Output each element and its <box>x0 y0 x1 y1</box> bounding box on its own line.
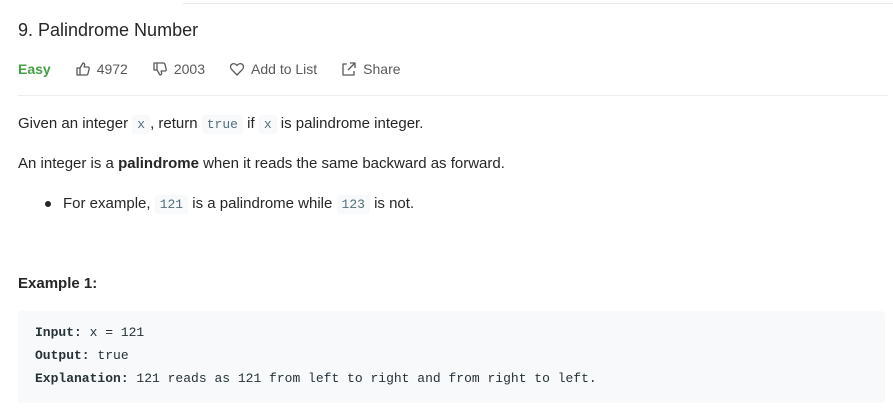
thumbs-up-icon <box>76 62 90 76</box>
inline-code: 123 <box>336 195 370 214</box>
text: is palindrome integer. <box>276 115 424 132</box>
divider <box>18 95 888 96</box>
bold-term: palindrome <box>118 155 199 172</box>
list-item-text: For example, 121 is a palindrome while 1… <box>63 195 415 214</box>
difficulty-badge: Easy <box>18 61 51 77</box>
text: , return <box>150 115 202 132</box>
text: when it reads the same backward as forwa… <box>198 155 505 172</box>
inline-code: x <box>258 115 277 134</box>
dislike-count: 2003 <box>173 61 206 77</box>
inline-code: true <box>201 115 243 134</box>
like-count: 4972 <box>96 61 128 77</box>
explanation-value: 121 reads as 121 from left to right and … <box>128 371 597 386</box>
text: is a palindrome while <box>188 195 337 212</box>
output-value: true <box>89 348 129 363</box>
example-title: Example 1: <box>18 275 98 292</box>
inline-code: 121 <box>154 195 189 214</box>
explanation-label: Explanation: <box>35 371 129 386</box>
example-input-line: Input: x = 121 <box>35 325 144 340</box>
problem-meta-bar: Easy 4972 2003 Add to List Share <box>18 59 425 79</box>
dislike-button[interactable]: 2003 <box>152 61 205 77</box>
thumbs-down-icon <box>153 62 167 76</box>
input-value: x = 121 <box>81 325 145 340</box>
text: if <box>242 115 259 132</box>
text: Given an integer <box>18 115 133 132</box>
add-to-list-label: Add to List <box>251 61 318 77</box>
bullet-icon <box>45 200 51 207</box>
share-icon <box>342 62 356 76</box>
heart-icon <box>229 63 245 76</box>
text: is not. <box>369 195 415 212</box>
problem-title: 9. Palindrome Number <box>18 20 199 40</box>
top-border <box>183 0 893 4</box>
description-paragraph-1: Given an integer x, return true if x is … <box>18 115 424 134</box>
share-button[interactable]: Share <box>341 61 401 77</box>
description-paragraph-2: An integer is a palindrome when it reads… <box>18 155 505 172</box>
example-output-line: Output: true <box>35 348 129 363</box>
share-label: Share <box>363 61 401 77</box>
add-to-list-button[interactable]: Add to List <box>229 61 317 77</box>
example-code-block: Input: x = 121 Output: true Explanation:… <box>18 311 885 403</box>
text: An integer is a <box>18 155 119 172</box>
example-explanation-line: Explanation: 121 reads as 121 from left … <box>35 371 597 386</box>
list-item: For example, 121 is a palindrome while 1… <box>45 195 415 214</box>
like-button[interactable]: 4972 <box>75 61 128 77</box>
inline-code: x <box>132 115 151 134</box>
input-label: Input: <box>35 325 82 340</box>
output-label: Output: <box>35 348 90 363</box>
text: For example, <box>63 195 155 212</box>
